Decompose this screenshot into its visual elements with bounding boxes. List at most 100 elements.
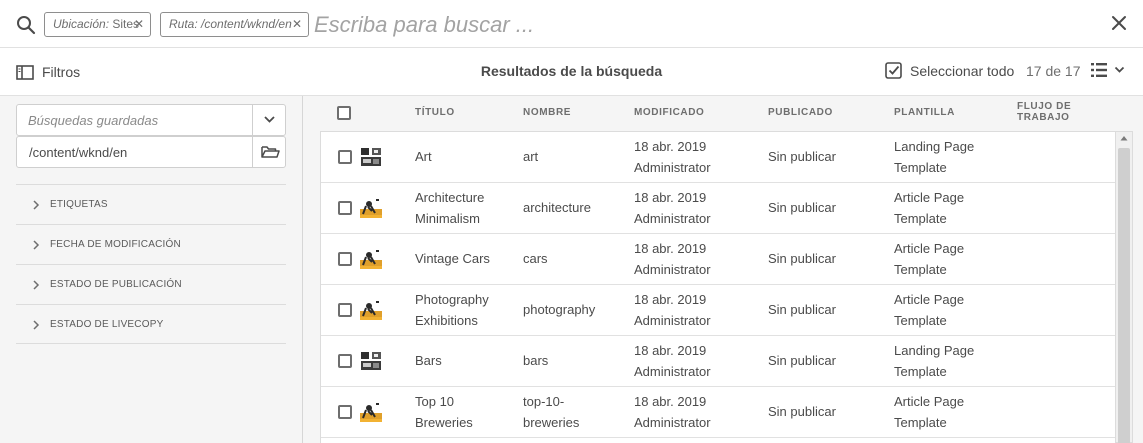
scrollbar[interactable] xyxy=(1116,131,1133,443)
row-checkbox[interactable] xyxy=(338,303,352,317)
saved-searches-dropdown[interactable] xyxy=(252,105,285,135)
cell-line: architecture xyxy=(523,200,591,215)
rail-toggle-icon xyxy=(16,64,34,80)
cell-line: breweries xyxy=(523,415,580,430)
saved-searches-placeholder: Búsquedas guardadas xyxy=(28,113,159,128)
checkbox-checked-icon xyxy=(885,62,902,79)
cell-name: bars xyxy=(523,350,548,371)
column-header-workflow[interactable]: FLUJO DE TRABAJO xyxy=(1017,101,1071,123)
table-body: Art art 18 abr. 2019 Administrator Sin publi… xyxy=(320,131,1116,443)
article-thumb-icon xyxy=(359,248,383,270)
path-field[interactable]: /content/wknd/en xyxy=(16,136,286,168)
cell-modified: 18 abr. 2019 Administrator xyxy=(634,187,711,229)
cell-modified: 18 abr. 2019 Administrator xyxy=(634,391,711,433)
article-thumb-icon xyxy=(359,299,383,321)
cell-published: Sin publicar xyxy=(768,353,836,368)
table-row[interactable]: Bars bars 18 abr. 2019 Administrator Sin pub… xyxy=(321,336,1115,387)
column-header-title[interactable]: TÍTULO xyxy=(415,107,455,118)
chevron-right-icon xyxy=(33,200,40,210)
tag-value: /content/wknd/en xyxy=(197,17,292,31)
cell-line: Article Page xyxy=(894,190,965,205)
cell-line: top-10- xyxy=(523,394,565,409)
table-row[interactable]: Photography Exhibitions photography 18 abr.… xyxy=(321,285,1115,336)
accordion-label: ESTADO DE PUBLICACIÓN xyxy=(50,279,182,290)
cell-name: architecture xyxy=(523,197,591,218)
cell-line: Art xyxy=(415,149,432,164)
saved-searches-select[interactable]: Búsquedas guardadas xyxy=(16,104,286,136)
table-row[interactable]: Top 10 Breweries top-10- breweries 18 abr. 2… xyxy=(321,387,1115,438)
cell-template: Landing Page Template xyxy=(894,340,974,382)
scroll-up-icon[interactable] xyxy=(1119,134,1129,142)
cell-name: photography xyxy=(523,299,595,320)
accordion-modified-date[interactable]: FECHA DE MODIFICACIÓN xyxy=(16,224,286,264)
cell-title[interactable]: Photography Exhibitions xyxy=(415,289,489,331)
accordion-livecopy-status[interactable]: ESTADO DE LIVECOPY xyxy=(16,304,286,344)
cell-title[interactable]: Top 10 Breweries xyxy=(415,391,473,433)
row-checkbox[interactable] xyxy=(338,201,352,215)
cell-line: Template xyxy=(894,364,947,379)
table-row[interactable]: Vintage Cars cars 18 abr. 2019 Administrato… xyxy=(321,234,1115,285)
cell-modified: 18 abr. 2019 Administrator xyxy=(634,136,711,178)
select-all-label: Seleccionar todo xyxy=(910,62,1015,79)
cell-modified: 18 abr. 2019 Administrator xyxy=(634,238,711,280)
remove-tag-icon[interactable]: ✕ xyxy=(292,13,302,36)
cell-template: Article Page Template xyxy=(894,391,964,433)
search-input[interactable] xyxy=(314,10,1014,40)
modified-by: Administrator xyxy=(634,364,711,379)
location-filter-tag[interactable]: Ubicación: Sites ✕ xyxy=(44,12,151,37)
cell-line: cars xyxy=(523,251,548,266)
cell-published: Sin publicar xyxy=(768,251,836,266)
close-icon[interactable] xyxy=(1109,13,1129,33)
select-all-button[interactable]: Seleccionar todo xyxy=(885,62,1014,79)
row-checkbox[interactable] xyxy=(338,150,352,164)
cell-template: Article Page Template xyxy=(894,238,964,280)
cell-modified: 18 abr. 2019 Administrator xyxy=(634,340,711,382)
cell-published: Sin publicar xyxy=(768,302,836,317)
cell-line: Top 10 xyxy=(415,394,455,409)
column-header-modified[interactable]: MODIFICADO xyxy=(634,107,704,118)
cell-line: Article Page xyxy=(894,394,965,409)
cell-name: art xyxy=(523,146,538,167)
select-all-checkbox[interactable] xyxy=(337,106,351,120)
cell-name: top-10- breweries xyxy=(523,391,579,433)
article-thumb-icon xyxy=(359,401,383,423)
table-row[interactable]: Architecture Minimalism architecture 18 abr… xyxy=(321,183,1115,234)
modified-date: 18 abr. 2019 xyxy=(634,292,707,307)
row-checkbox[interactable] xyxy=(338,354,352,368)
article-thumb-icon xyxy=(359,197,383,219)
filter-rail: Búsquedas guardadas /content/wknd/en ETI… xyxy=(0,96,303,443)
modified-date: 18 abr. 2019 xyxy=(634,139,707,154)
accordion-publication-status[interactable]: ESTADO DE PUBLICACIÓN xyxy=(16,264,286,304)
chevron-down-icon xyxy=(1114,66,1125,73)
column-header-published[interactable]: PUBLICADO xyxy=(768,107,833,118)
cell-title[interactable]: Bars xyxy=(415,350,442,371)
column-header-name[interactable]: NOMBRE xyxy=(523,107,571,118)
row-checkbox[interactable] xyxy=(338,252,352,266)
cell-published: Sin publicar xyxy=(768,149,836,164)
cell-line: Template xyxy=(894,160,947,175)
table-row[interactable]: Art art 18 abr. 2019 Administrator Sin publi… xyxy=(321,132,1115,183)
cell-title[interactable]: Art xyxy=(415,146,432,167)
row-checkbox[interactable] xyxy=(338,405,352,419)
remove-tag-icon[interactable]: ✕ xyxy=(134,13,144,36)
accordion-tags[interactable]: ETIQUETAS xyxy=(16,184,286,224)
cell-title[interactable]: Architecture Minimalism xyxy=(415,187,484,229)
cell-line: Architecture xyxy=(415,190,485,205)
view-switcher[interactable] xyxy=(1090,62,1125,78)
cell-title[interactable]: Vintage Cars xyxy=(415,248,490,269)
chevron-right-icon xyxy=(33,320,40,330)
browse-path-button[interactable] xyxy=(252,137,285,167)
scrollbar-thumb[interactable] xyxy=(1118,148,1130,443)
modified-by: Administrator xyxy=(634,160,711,175)
cell-line: Landing Page xyxy=(894,343,975,358)
path-filter-tag[interactable]: Ruta: /content/wknd/en ✕ xyxy=(160,12,309,37)
cell-line: Vintage Cars xyxy=(415,251,490,266)
filters-label: Filtros xyxy=(42,64,81,80)
modified-date: 18 abr. 2019 xyxy=(634,343,707,358)
modified-date: 18 abr. 2019 xyxy=(634,241,707,256)
tag-key: Ubicación: xyxy=(53,17,110,31)
filters-button[interactable]: Filtros xyxy=(16,61,80,83)
list-view-icon xyxy=(1091,63,1107,77)
search-icon[interactable] xyxy=(16,15,36,35)
column-header-template[interactable]: PLANTILLA xyxy=(894,107,955,118)
